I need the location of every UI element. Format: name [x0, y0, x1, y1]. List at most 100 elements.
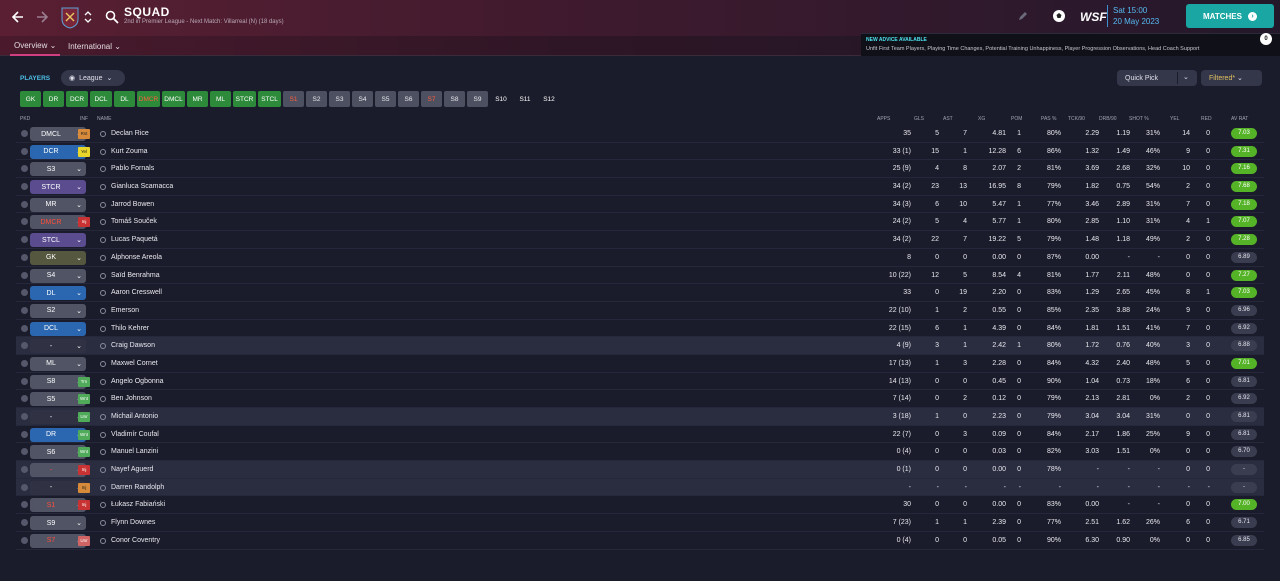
position-selector[interactable]: STCL ⌄ [30, 233, 86, 248]
position-selector[interactable]: STCR ⌄ [30, 180, 86, 195]
position-chip[interactable]: DR [43, 91, 64, 107]
status-badge[interactable]: Wnt [78, 429, 90, 440]
penalty-kick-radio[interactable] [21, 130, 28, 137]
status-badge[interactable]: Wnt [78, 394, 90, 405]
status-badge[interactable]: Inj [78, 217, 90, 228]
player-name[interactable]: Flynn Downes [111, 514, 155, 531]
penalty-kick-radio[interactable] [21, 253, 28, 261]
penalty-kick-radio[interactable] [21, 413, 28, 420]
advice-count-badge[interactable]: 0 [1260, 33, 1272, 45]
penalty-kick-radio[interactable] [21, 430, 28, 438]
table-row[interactable]: DCL ⌄ Thilo Kehrer 22 (15) 6 1 4.39 0 84% 1.81 1.5… [16, 320, 1264, 338]
position-chip[interactable]: S1 [283, 91, 304, 107]
penalty-kick-radio[interactable] [21, 483, 28, 491]
player-name[interactable]: Łukasz Fabiański [111, 496, 165, 513]
position-chip[interactable]: S5 [375, 91, 396, 107]
col-tck[interactable]: TCK/90 [1068, 116, 1085, 122]
table-row[interactable]: S4 ⌄ Saïd Benrahma 10 (22) 12 5 8.54 4 81% 1.77 2.… [16, 267, 1264, 285]
league-dropdown[interactable]: ◉ League ⌄ [61, 70, 125, 86]
penalty-kick-radio[interactable] [21, 377, 28, 385]
penalty-kick-radio[interactable] [21, 271, 28, 279]
penalty-kick-radio[interactable] [21, 306, 28, 314]
player-name[interactable]: Ben Johnson [111, 390, 152, 407]
table-row[interactable]: S8⌄TrnAngelo Ogbonna14 (13)000.45090%1.0… [16, 373, 1264, 391]
table-row[interactable]: -⌄UnrMichail Antonio3 (18)102.23079%3.04… [16, 408, 1264, 426]
player-name[interactable]: Alphonse Areola [111, 249, 162, 266]
penalty-kick-radio[interactable] [21, 466, 28, 474]
position-chip[interactable]: STCR [233, 91, 256, 107]
status-badge[interactable]: Trn [78, 376, 90, 387]
table-row[interactable]: S1⌄InjŁukasz Fabiański30000.00083%0.00--… [16, 496, 1264, 515]
position-selector[interactable]: S4 ⌄ [30, 268, 86, 283]
col-ast[interactable]: AST [943, 116, 953, 122]
position-chip[interactable]: MR [187, 91, 208, 107]
player-name[interactable]: Kurt Zouma [111, 143, 148, 160]
quick-pick-button[interactable]: Quick Pick ⌄ [1117, 70, 1197, 86]
player-name[interactable]: Lucas Paquetá [111, 231, 158, 248]
player-name[interactable]: Aaron Cresswell [111, 284, 162, 301]
player-name[interactable]: Pablo Fornals [111, 160, 154, 177]
table-row[interactable]: STCR ⌄ Gianluca Scamacca 34 (2) 23 13 16.95 8 79… [16, 178, 1264, 196]
col-inf[interactable]: INF [80, 116, 88, 122]
player-name[interactable]: Craig Dawson [111, 337, 155, 354]
position-selector[interactable]: DCL ⌄ [30, 321, 86, 336]
col-pkd[interactable]: PKD [20, 116, 30, 122]
player-name[interactable]: Conor Coventry [111, 532, 160, 549]
penalty-kick-radio[interactable] [21, 501, 28, 509]
col-yel[interactable]: YEL [1170, 116, 1179, 122]
position-selector[interactable]: MR ⌄ [30, 197, 86, 212]
table-row[interactable]: S7⌄UnrConor Coventry0 (4)000.05090%6.300… [16, 532, 1264, 550]
position-chip[interactable]: S11 [514, 91, 536, 107]
forward-arrow-icon[interactable] [34, 8, 52, 26]
player-name[interactable]: Michail Antonio [111, 408, 158, 425]
player-name[interactable]: Emerson [111, 302, 139, 319]
position-chip[interactable]: S10 [490, 91, 512, 107]
table-row[interactable]: S2 ⌄ Emerson 22 (10) 1 2 0.55 0 85% 2.35 3.88 24% 9 0… [16, 302, 1264, 320]
position-selector[interactable]: S9 ⌄ [30, 516, 86, 531]
switch-team-icon[interactable] [83, 8, 93, 26]
tab-overview[interactable]: Overview ⌄ [10, 36, 60, 56]
position-selector[interactable]: ML ⌄ [30, 356, 86, 371]
position-chip[interactable]: S6 [398, 91, 419, 107]
player-name[interactable]: Maxwel Cornet [111, 355, 158, 372]
position-chip[interactable]: S3 [329, 91, 350, 107]
position-chip[interactable]: DMCL [162, 91, 185, 107]
position-chip[interactable]: STCL [258, 91, 281, 107]
table-row[interactable]: S5⌄WntBen Johnson7 (14)020.12079%2.132.8… [16, 390, 1264, 408]
col-drb[interactable]: DRB/90 [1099, 116, 1117, 122]
penalty-kick-radio[interactable] [21, 448, 28, 456]
col-shot[interactable]: SHOT % [1129, 116, 1149, 122]
player-name[interactable]: Darren Randolph [111, 479, 164, 496]
penalty-kick-radio[interactable] [21, 342, 28, 350]
penalty-kick-radio[interactable] [21, 395, 28, 403]
table-row[interactable]: ML ⌄ Maxwel Cornet 17 (13) 1 3 2.28 0 84% 4.32 2.4… [16, 355, 1264, 373]
penalty-kick-radio[interactable] [21, 165, 28, 173]
penalty-kick-radio[interactable] [21, 519, 28, 527]
position-chip[interactable]: DL [114, 91, 135, 107]
position-chip[interactable]: S2 [306, 91, 327, 107]
penalty-kick-radio[interactable] [21, 183, 28, 191]
table-row[interactable]: S3 ⌄ Pablo Fornals 25 (9) 4 8 2.07 2 81% 3.69 2.68… [16, 160, 1264, 179]
status-badge[interactable]: Unr [78, 535, 90, 546]
status-badge[interactable]: Wnt [78, 447, 90, 458]
game-date[interactable]: Sat 15:00 20 May 2023 [1107, 5, 1159, 27]
penalty-kick-radio[interactable] [21, 359, 28, 367]
col-gls[interactable]: GLS [914, 116, 924, 122]
penalty-kick-radio[interactable] [21, 289, 28, 297]
col-pom[interactable]: POM [1011, 116, 1022, 122]
col-name[interactable]: NAME [97, 116, 111, 122]
col-avrat[interactable]: AV RAT [1231, 116, 1248, 122]
player-name[interactable]: Gianluca Scamacca [111, 178, 173, 195]
penalty-kick-radio[interactable] [21, 324, 28, 332]
player-name[interactable]: Manuel Lanzini [111, 443, 158, 460]
table-row[interactable]: STCL ⌄ Lucas Paquetá 34 (2) 22 7 19.22 5 79% 1.48… [16, 231, 1264, 249]
position-chip[interactable]: S4 [352, 91, 373, 107]
position-chip[interactable]: ML [210, 91, 231, 107]
position-chip[interactable]: DMCR [137, 91, 160, 107]
penalty-kick-radio[interactable] [21, 200, 28, 208]
col-red[interactable]: RED [1201, 116, 1212, 122]
position-selector[interactable]: S3 ⌄ [30, 162, 86, 177]
table-row[interactable]: S9 ⌄ Flynn Downes 7 (23) 1 1 2.39 0 77% 2.51 1.62 2… [16, 514, 1264, 532]
table-row[interactable]: DL ⌄ Aaron Cresswell 33 0 19 2.20 0 83% 1.29 2.65 4… [16, 284, 1264, 302]
table-row[interactable]: MR ⌄ Jarrod Bowen 34 (3) 6 10 5.47 1 77% 3.46 2.89… [16, 196, 1264, 214]
